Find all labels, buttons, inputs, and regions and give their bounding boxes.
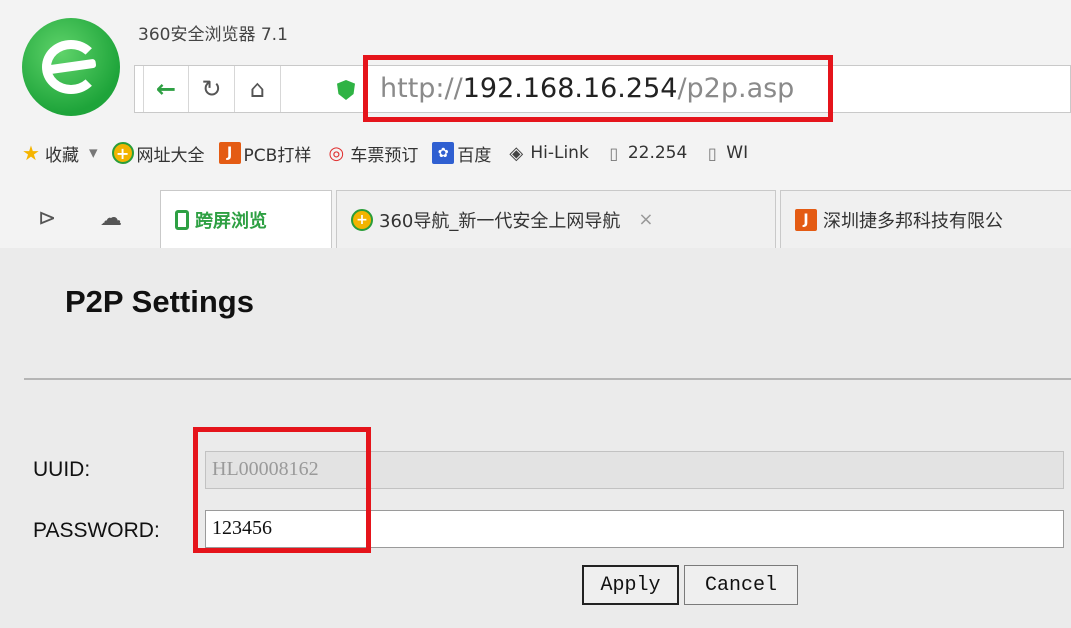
tab-360-navigation[interactable]: +360导航_新一代安全上网导航 ×: [336, 190, 776, 248]
back-arrow-icon: ←: [155, 75, 177, 103]
url-highlight-box: [363, 55, 833, 122]
password-label: PASSWORD:: [33, 519, 160, 542]
jdb-logo-icon: J: [795, 208, 817, 231]
tab-jdb[interactable]: J 深圳捷多邦科技有限公: [780, 190, 1071, 248]
cancel-button[interactable]: Cancel: [684, 565, 798, 605]
tab-strip: ⊳ ☁ 跨屏浏览 +360导航_新一代安全上网导航 × J 深圳捷多邦科技有限公: [0, 190, 1071, 248]
document-icon: ▯: [609, 143, 619, 163]
tab-cross-screen[interactable]: 跨屏浏览: [160, 190, 332, 248]
paw-icon: ✿: [432, 142, 455, 164]
bookmark-tickets[interactable]: ◎ 车票预订: [325, 141, 418, 166]
bookmark-wi[interactable]: ▯ WI: [701, 142, 748, 164]
bookmark-22-254[interactable]: ▯ 22.254: [603, 142, 687, 164]
bookmark-label: Hi-Link: [530, 143, 589, 163]
uuid-label: UUID:: [33, 458, 91, 481]
tab-label: 360导航_新一代安全上网导航: [379, 210, 621, 232]
phone-icon: [175, 209, 189, 230]
bookmarks-bar: ★ 收藏 ▾ + 网址大全 J PCB打样 ◎ 车票预订 ✿ 百度 ◈ Hi-Link ▯ 22…: [0, 132, 1071, 174]
browser-chrome: 360安全浏览器 7.1 ← ↻ ⌂ http://192.168.16.254…: [0, 0, 1071, 248]
apply-button[interactable]: Apply: [582, 565, 679, 605]
window-title: 360安全浏览器 7.1: [138, 25, 288, 45]
star-icon: ★: [22, 141, 40, 165]
bookmark-label: 22.254: [627, 143, 688, 163]
refresh-button[interactable]: ↻: [189, 66, 235, 112]
plus-circle-icon: +: [351, 208, 373, 231]
page-title: P2P Settings: [65, 284, 254, 319]
bookmark-hilink[interactable]: ◈ Hi-Link: [505, 142, 588, 164]
close-icon[interactable]: ×: [638, 209, 653, 230]
home-button[interactable]: ⌂: [235, 66, 281, 112]
bookmark-label: 收藏: [45, 145, 79, 166]
tab-label: 跨屏浏览: [195, 210, 267, 232]
divider: [24, 378, 1071, 380]
hilink-diamond-icon: ◈: [509, 142, 524, 164]
refresh-icon: ↻: [201, 75, 222, 103]
jdb-logo-icon: J: [218, 142, 241, 164]
page-content: P2P Settings UUID: HL00008162 PASSWORD: …: [0, 248, 1071, 628]
sidebar-toggle-icon[interactable]: ⊳: [38, 206, 56, 231]
bookmark-site-directory[interactable]: + 网址大全: [111, 141, 205, 166]
browser-logo-icon: [22, 18, 120, 116]
field-highlight-box: [193, 427, 371, 553]
bookmark-baidu[interactable]: ✿ 百度: [432, 141, 491, 166]
bookmark-label: WI: [726, 143, 749, 163]
document-icon: ▯: [707, 143, 717, 163]
security-shield-icon: [337, 80, 355, 100]
bookmark-pcb[interactable]: J PCB打样: [218, 141, 312, 166]
bookmark-label: 网址大全: [136, 145, 205, 166]
back-button[interactable]: ←: [143, 66, 189, 112]
cloud-icon[interactable]: ☁: [100, 206, 122, 231]
target-icon: ◎: [328, 142, 345, 164]
tab-label: 深圳捷多邦科技有限公: [823, 210, 1003, 232]
bookmark-favorites[interactable]: ★ 收藏 ▾: [20, 141, 98, 166]
plus-circle-icon: +: [111, 142, 134, 164]
bookmark-label: PCB打样: [243, 145, 312, 166]
home-icon: ⌂: [249, 75, 266, 103]
bookmark-label: 百度: [457, 145, 492, 166]
bookmark-label: 车票预订: [350, 145, 419, 166]
chevron-down-icon[interactable]: ▾: [89, 143, 98, 163]
